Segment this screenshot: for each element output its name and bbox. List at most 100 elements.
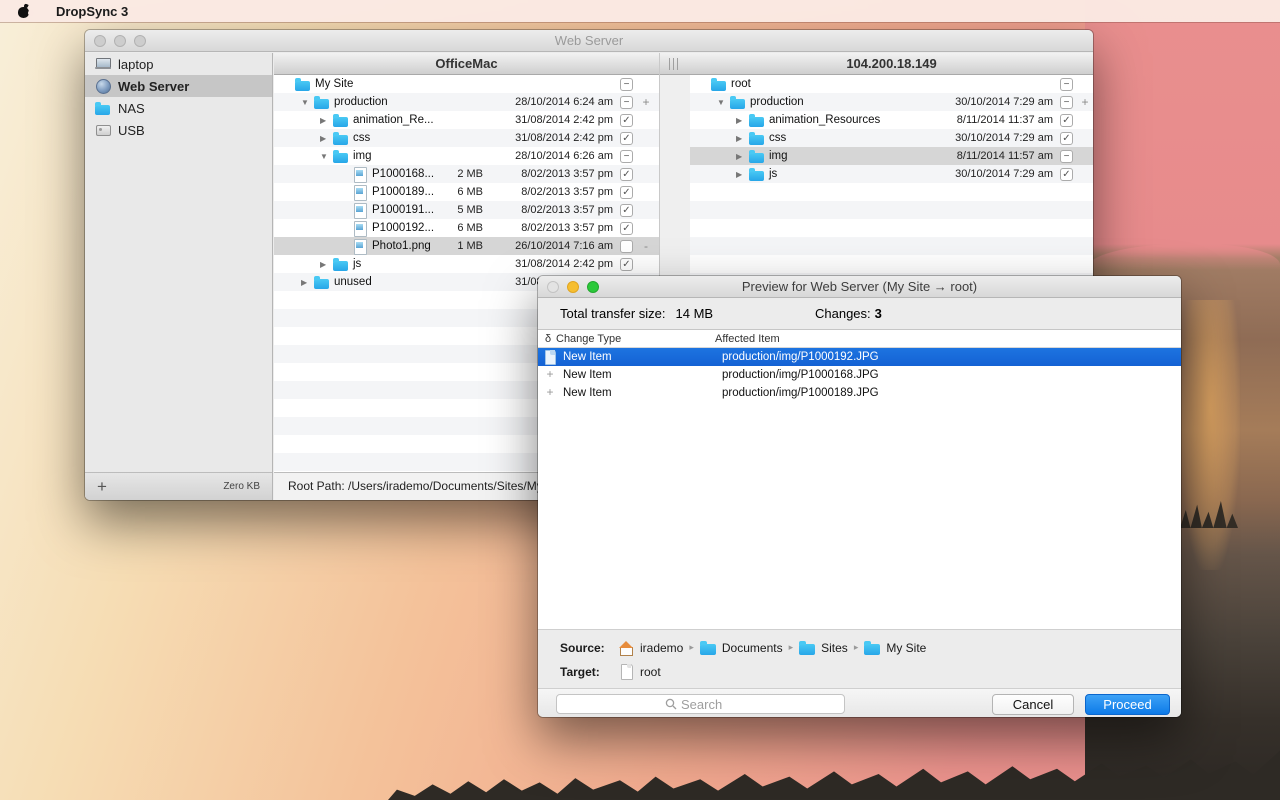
apple-menu-icon[interactable]: [18, 5, 31, 18]
image-file-icon: [352, 238, 368, 254]
breadcrumb-item[interactable]: root ▸: [618, 664, 661, 679]
breadcrumb-item[interactable]: My Site ▸: [864, 640, 926, 655]
tree-row[interactable]: ▼ production 28/10/2014 6:24 am − +: [274, 93, 659, 111]
disclosure-triangle[interactable]: ▶: [736, 116, 749, 125]
menu-bar: DropSync 3: [0, 0, 1280, 22]
tree-row[interactable]: ▶ js 31/08/2014 2:42 pm ✓: [274, 255, 659, 273]
item-date: 31/08/2014 2:42 pm: [488, 132, 613, 144]
minimize-button[interactable]: [567, 281, 579, 293]
disclosure-triangle[interactable]: ▶: [320, 134, 333, 143]
dialog-titlebar[interactable]: Preview for Web Server (My Site → root): [538, 276, 1181, 298]
include-checkbox[interactable]: ✓: [620, 114, 633, 127]
include-checkbox[interactable]: ✓: [620, 204, 633, 217]
tree-row[interactable]: ▶ img 8/11/2014 11:57 am −: [690, 147, 1093, 165]
local-pane-header[interactable]: OfficeMac: [274, 53, 659, 75]
sidebar-item[interactable]: NAS: [85, 97, 272, 119]
include-checkbox[interactable]: ✓: [1060, 132, 1073, 145]
tree-row[interactable]: P1000191... 5 MB 8/02/2013 3:57 pm ✓: [274, 201, 659, 219]
tree-row[interactable]: root −: [690, 75, 1093, 93]
minimize-button[interactable]: [114, 35, 126, 47]
include-checkbox[interactable]: ✓: [1060, 114, 1073, 127]
search-field[interactable]: [556, 694, 845, 714]
close-button[interactable]: [547, 281, 559, 293]
breadcrumb-item[interactable]: Sites ▸: [799, 640, 864, 655]
disclosure-triangle[interactable]: ▶: [736, 152, 749, 161]
tree-row[interactable]: ▼ production 30/10/2014 7:29 am − +: [690, 93, 1093, 111]
dialog-title: Preview for Web Server (My Site → root): [538, 276, 1181, 298]
row-extra-control[interactable]: +: [1078, 95, 1092, 109]
disclosure-triangle[interactable]: ▼: [717, 98, 730, 107]
include-checkbox[interactable]: −: [620, 78, 633, 91]
tree-row[interactable]: ▼ img 28/10/2014 6:26 am −: [274, 147, 659, 165]
breadcrumb-item[interactable]: irademo ▸: [618, 640, 700, 655]
menu-app-name[interactable]: DropSync 3: [45, 4, 139, 19]
disclosure-triangle[interactable]: ▶: [736, 134, 749, 143]
include-checkbox[interactable]: −: [620, 150, 633, 163]
tree-row[interactable]: ▶ css 30/10/2014 7:29 am ✓: [690, 129, 1093, 147]
search-input[interactable]: [681, 697, 736, 712]
source-breadcrumb: irademo ▸ Documents ▸ Sites ▸ My Site ▸: [618, 640, 926, 655]
zoom-button[interactable]: [587, 281, 599, 293]
changes-table-header[interactable]: δ Change Type Affected Item: [538, 330, 1181, 348]
remote-pane-header[interactable]: 104.200.18.149: [690, 53, 1093, 75]
proceed-button[interactable]: Proceed: [1085, 694, 1170, 715]
disclosure-triangle[interactable]: ▼: [301, 98, 314, 107]
tree-row[interactable]: ▶ js 30/10/2014 7:29 am ✓: [690, 165, 1093, 183]
column-affected-item[interactable]: Affected Item: [715, 333, 1181, 345]
disclosure-triangle[interactable]: ▼: [320, 152, 333, 161]
globe-icon: [95, 78, 111, 94]
change-type: New Item: [563, 351, 722, 363]
sidebar-item[interactable]: Web Server: [85, 75, 272, 97]
cancel-button[interactable]: Cancel: [992, 694, 1074, 715]
row-extra-control[interactable]: +: [639, 95, 653, 109]
sidebar-item[interactable]: USB: [85, 119, 272, 141]
disclosure-triangle[interactable]: ▶: [736, 170, 749, 179]
disclosure-triangle[interactable]: ▶: [320, 116, 333, 125]
item-name: js: [353, 258, 361, 270]
item-size: 2 MB: [423, 168, 483, 180]
tree-row[interactable]: P1000168... 2 MB 8/02/2013 3:57 pm ✓: [274, 165, 659, 183]
affected-item: production/img/P1000168.JPG: [722, 369, 1181, 381]
tree-row[interactable]: Photo1.png 1 MB 26/10/2014 7:16 am -: [274, 237, 659, 255]
include-checkbox[interactable]: −: [620, 96, 633, 109]
item-name: production: [750, 96, 804, 108]
tree-row[interactable]: ▶ animation_Resources 8/11/2014 11:37 am…: [690, 111, 1093, 129]
include-checkbox[interactable]: ✓: [1060, 168, 1073, 181]
tree-row[interactable]: P1000189... 6 MB 8/02/2013 3:57 pm ✓: [274, 183, 659, 201]
zoom-button[interactable]: [134, 35, 146, 47]
sidebar-footer: + Zero KB: [85, 472, 272, 500]
include-checkbox[interactable]: [620, 240, 633, 253]
item-date: 26/10/2014 7:16 am: [488, 240, 613, 252]
include-checkbox[interactable]: ✓: [620, 132, 633, 145]
column-delta[interactable]: δ: [538, 333, 556, 345]
item-name: production: [334, 96, 388, 108]
tree-row[interactable]: ▶ animation_Re... 31/08/2014 2:42 pm ✓: [274, 111, 659, 129]
include-checkbox[interactable]: ✓: [620, 186, 633, 199]
tree-row[interactable]: My Site −: [274, 75, 659, 93]
include-checkbox[interactable]: ✓: [620, 222, 633, 235]
change-row[interactable]: New Item production/img/P1000192.JPG: [538, 348, 1181, 366]
breadcrumb-item[interactable]: Documents ▸: [700, 640, 799, 655]
transfer-size-label: Zero KB: [223, 481, 260, 492]
close-button[interactable]: [94, 35, 106, 47]
include-checkbox[interactable]: −: [1060, 78, 1073, 91]
item-date: 8/02/2013 3:57 pm: [488, 186, 613, 198]
tree-row[interactable]: ▶ css 31/08/2014 2:42 pm ✓: [274, 129, 659, 147]
include-checkbox[interactable]: −: [1060, 96, 1073, 109]
folder-icon: [700, 640, 717, 655]
disclosure-triangle[interactable]: ▶: [301, 278, 314, 287]
folder-icon: [799, 640, 816, 655]
main-window-titlebar[interactable]: Web Server: [85, 30, 1093, 52]
sidebar-item[interactable]: laptop: [85, 53, 272, 75]
disclosure-triangle[interactable]: ▶: [320, 260, 333, 269]
affected-item: production/img/P1000192.JPG: [722, 351, 1181, 363]
column-change-type[interactable]: Change Type: [556, 333, 715, 345]
include-checkbox[interactable]: −: [1060, 150, 1073, 163]
include-checkbox[interactable]: ✓: [620, 168, 633, 181]
include-checkbox[interactable]: ✓: [620, 258, 633, 271]
change-row[interactable]: + New Item production/img/P1000189.JPG: [538, 384, 1181, 402]
change-row[interactable]: + New Item production/img/P1000168.JPG: [538, 366, 1181, 384]
tree-row[interactable]: P1000192... 6 MB 8/02/2013 3:57 pm ✓: [274, 219, 659, 237]
add-folder-pair-button[interactable]: +: [97, 474, 107, 500]
row-extra-control[interactable]: -: [639, 239, 653, 253]
